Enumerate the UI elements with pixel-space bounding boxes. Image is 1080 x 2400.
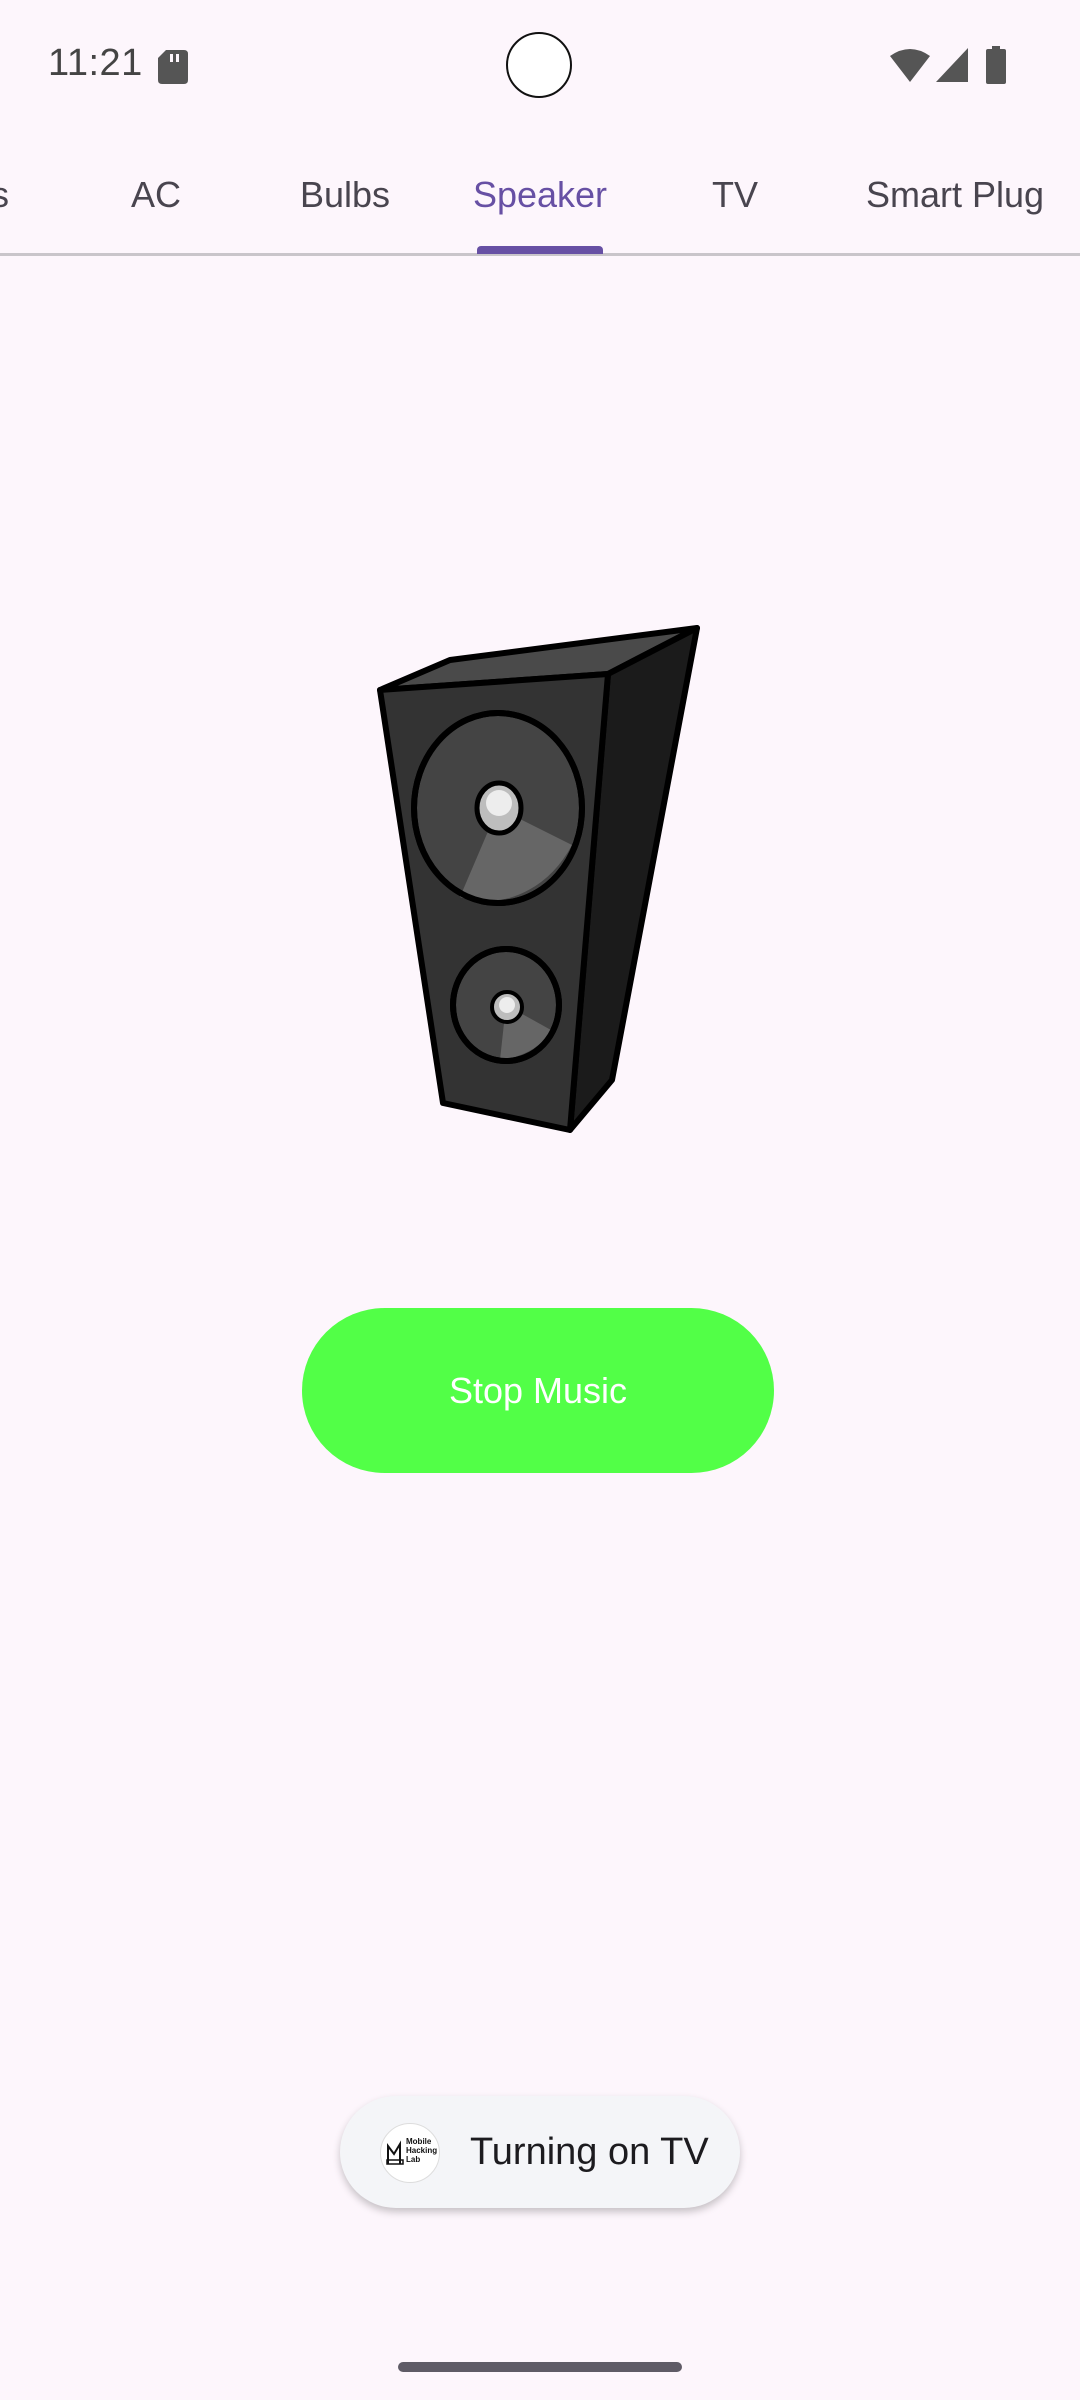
tab-bulbs[interactable]: Bulbs: [300, 174, 390, 216]
tab-tv[interactable]: TV: [712, 174, 758, 216]
logo-text-line: Mobile: [406, 2137, 432, 2146]
camera-cutout: [506, 32, 572, 98]
status-time: 11:21: [48, 42, 143, 84]
device-tabs: s AC Bulbs Speaker TV Smart Plug: [0, 150, 1080, 256]
wifi-icon: [890, 49, 930, 82]
speaker-image: [377, 625, 700, 1133]
tab-partial[interactable]: s: [0, 174, 9, 216]
logo-text-line: Hacking: [406, 2146, 438, 2155]
logo-text-line: Lab: [406, 2155, 421, 2164]
logo-mark-icon: [386, 2140, 404, 2165]
status-bar: 11:21: [0, 0, 1080, 135]
active-tab-indicator: [477, 246, 603, 254]
battery-icon: [986, 46, 1006, 84]
home-indicator[interactable]: [398, 2362, 682, 2372]
tab-speaker[interactable]: Speaker: [473, 174, 607, 216]
sd-card-icon: [158, 50, 188, 84]
app-logo-icon: Mobile Hacking Lab: [380, 2123, 440, 2183]
toast-notification: Mobile Hacking Lab Turning on TV: [340, 2096, 740, 2208]
stop-music-button[interactable]: Stop Music: [302, 1308, 774, 1473]
toast-message: Turning on TV: [470, 2131, 709, 2173]
tab-ac[interactable]: AC: [131, 174, 181, 216]
tab-smart-plug[interactable]: Smart Plug: [866, 174, 1044, 216]
signal-icon: [936, 48, 968, 82]
